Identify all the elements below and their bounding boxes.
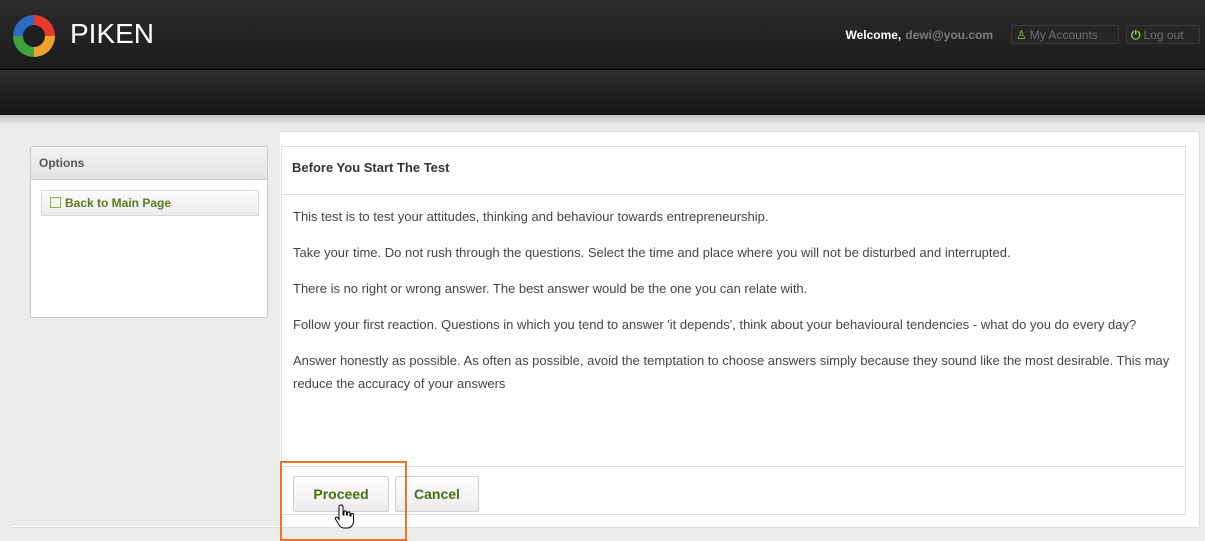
welcome-label: Welcome, [845, 28, 902, 42]
action-bar: Proceed Cancel [282, 466, 1185, 514]
user-icon: ♙ [1016, 28, 1027, 42]
piken-logo-icon [13, 15, 55, 57]
back-arrow-icon [50, 197, 61, 208]
instruction-paragraph: This test is to test your attitudes, thi… [293, 209, 769, 224]
my-accounts-button[interactable]: ♙ My Accounts [1011, 25, 1119, 44]
instruction-paragraph: Follow your first reaction. Questions in… [293, 317, 1137, 332]
hand-pointer-icon [334, 504, 354, 529]
back-to-main-page-link[interactable]: Back to Main Page [41, 190, 259, 216]
user-email: dewi@you.com [905, 28, 993, 42]
top-header: PIKEN Welcome, dewi@you.com ♙ My Accounts … [0, 0, 1205, 70]
welcome-text: Welcome, dewi@you.com [845, 28, 993, 42]
instruction-paragraph: Answer honestly as possible. As often as… [293, 353, 1170, 391]
instructions-body: This test is to test your attitudes, thi… [282, 195, 1185, 395]
sub-navigation-bar [0, 70, 1205, 115]
power-icon: ⏻ [1131, 28, 1141, 42]
brand-name: PIKEN [70, 18, 155, 49]
content-panel: Before You Start The Test This test is t… [281, 146, 1186, 515]
cancel-button[interactable]: Cancel [395, 476, 479, 512]
page-title: Before You Start The Test [282, 147, 1185, 195]
options-title: Options [31, 147, 267, 180]
instruction-paragraph: Take your time. Do not rush through the … [293, 245, 1011, 260]
instruction-paragraph: There is no right or wrong answer. The b… [293, 281, 808, 296]
options-panel: Options Back to Main Page [30, 146, 268, 318]
logout-button[interactable]: ⏻ Log out [1126, 25, 1200, 44]
my-accounts-label: My Accounts [1029, 28, 1098, 42]
back-link-label: Back to Main Page [65, 196, 172, 210]
subbar-shadow [0, 115, 1205, 125]
logout-label: Log out [1143, 28, 1184, 42]
